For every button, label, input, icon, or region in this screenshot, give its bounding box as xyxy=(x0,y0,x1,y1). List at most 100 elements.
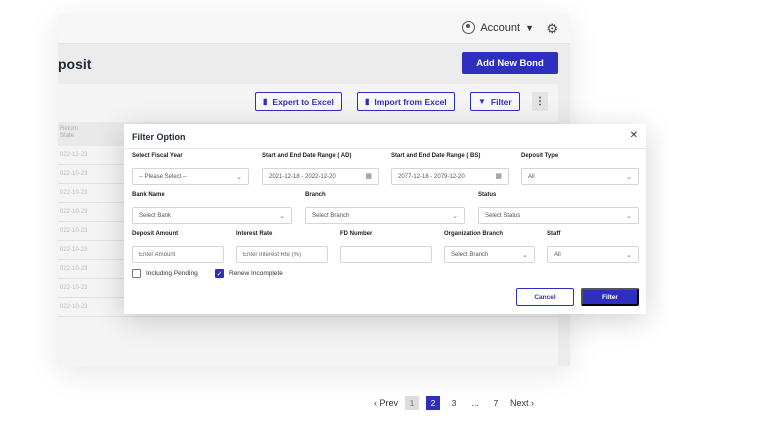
chevron-down-icon: ⌄ xyxy=(522,252,528,259)
fiscal-year-field: Select Fiscal Year -- Please Select -- ⌄ xyxy=(132,153,249,185)
add-new-bond-button[interactable]: Add New Bond xyxy=(462,52,558,74)
deposit-type-field: Deposit Type All ⌄ xyxy=(521,153,639,185)
top-bar: Account ▼ ⚙ xyxy=(58,14,570,44)
org-branch-select[interactable]: Select Branch ⌄ xyxy=(444,246,535,263)
staff-field: Staff All ⌄ xyxy=(547,231,639,263)
staff-value: All xyxy=(554,251,561,258)
staff-label: Staff xyxy=(547,231,561,237)
table-cell: 022-10-23 xyxy=(60,247,88,253)
ad-date-range-value: 2021-12-18 - 2022-12-20 xyxy=(269,173,336,180)
cancel-button[interactable]: Cancel xyxy=(516,288,574,306)
branch-label: Branch xyxy=(305,192,326,198)
filter-button[interactable]: ▼ Filter xyxy=(470,92,520,111)
bank-name-select[interactable]: Select Bank ⌄ xyxy=(132,207,292,224)
status-value: Select Status xyxy=(485,212,521,219)
table-cell: 022-10-23 xyxy=(60,266,88,272)
deposit-type-select[interactable]: All ⌄ xyxy=(521,168,639,185)
fd-number-field: FD Number xyxy=(340,231,432,263)
page-button-2[interactable]: 2 xyxy=(426,396,441,410)
modal-title: Filter Option xyxy=(132,132,186,142)
interest-rate-field: Interest Rate xyxy=(236,231,328,263)
filter-label: Filter xyxy=(490,96,512,107)
bs-date-range-label: Start and End Date Range ( BS) xyxy=(391,153,481,159)
chevron-down-icon: ▼ xyxy=(525,22,534,33)
ad-date-range-input[interactable]: 2021-12-18 - 2022-12-20 ▦ xyxy=(262,168,379,185)
close-icon[interactable]: ✕ xyxy=(630,130,638,141)
next-label: Next xyxy=(510,398,529,408)
renew-incomplete-label: Renew Incomplete xyxy=(229,270,283,277)
fiscal-year-select[interactable]: -- Please Select -- ⌄ xyxy=(132,168,249,185)
account-menu[interactable]: Account ▼ xyxy=(462,21,534,34)
including-pending-checkbox[interactable] xyxy=(132,269,141,278)
prev-page-button[interactable]: ‹ Prev xyxy=(374,398,398,408)
deposit-amount-field: Deposit Amount xyxy=(132,231,224,263)
branch-select[interactable]: Select Branch ⌄ xyxy=(305,207,465,224)
ad-date-range-label: Start and End Date Range ( AD) xyxy=(262,153,352,159)
bs-date-range-value: 2077-12-18 - 2079-12-20 xyxy=(398,173,465,180)
chevron-down-icon: ⌄ xyxy=(626,174,632,181)
page-ellipsis: ... xyxy=(471,398,479,408)
filter-modal: Filter Option ✕ Select Fiscal Year -- Pl… xyxy=(124,124,646,314)
file-icon: ▮ xyxy=(365,97,370,106)
renew-incomplete-option[interactable]: ✓ Renew Incomplete xyxy=(215,269,283,278)
funnel-icon: ▼ xyxy=(478,97,486,106)
bank-name-value: Select Bank xyxy=(139,212,172,219)
fiscal-year-label: Select Fiscal Year xyxy=(132,153,183,159)
page-title: posit xyxy=(58,56,92,72)
chevron-down-icon: ⌄ xyxy=(626,213,632,220)
status-select[interactable]: Select Status ⌄ xyxy=(478,207,639,224)
stage: Account ▼ ⚙ posit Add New Bond ▮ Expert … xyxy=(0,0,759,438)
deposit-amount-label: Deposit Amount xyxy=(132,231,179,237)
table-cell: 022-10-23 xyxy=(60,228,88,234)
page-button-7[interactable]: 7 xyxy=(489,396,503,410)
more-options-icon[interactable]: ⋮ xyxy=(532,92,548,111)
fd-number-label: FD Number xyxy=(340,231,373,237)
table-cell: 022-10-23 xyxy=(60,209,88,215)
calendar-icon: ▦ xyxy=(495,173,502,180)
status-label: Status xyxy=(478,192,497,198)
file-icon: ▮ xyxy=(263,97,268,106)
chevron-down-icon: ⌄ xyxy=(452,213,458,220)
bs-date-range-field: Start and End Date Range ( BS) 2077-12-1… xyxy=(391,153,509,185)
interest-rate-label: Interest Rate xyxy=(236,231,273,237)
table-cell: 022-10-23 xyxy=(60,171,88,177)
fd-number-input[interactable] xyxy=(340,246,432,263)
org-branch-value: Select Branch xyxy=(451,251,489,258)
renew-incomplete-checkbox[interactable]: ✓ xyxy=(215,269,224,278)
bank-name-label: Bank Name xyxy=(132,192,165,198)
fiscal-year-value: -- Please Select -- xyxy=(139,173,188,180)
modal-header: Filter Option ✕ xyxy=(124,124,646,149)
import-excel-button[interactable]: ▮ Import from Excel xyxy=(357,92,455,111)
status-field: Status Select Status ⌄ xyxy=(478,192,639,224)
chevron-down-icon: ⌄ xyxy=(279,213,285,220)
table-cell: 022-10-23 xyxy=(60,190,88,196)
org-branch-label: Organization Branch xyxy=(444,231,504,237)
export-excel-label: Expert to Excel xyxy=(272,96,334,107)
pagination: ‹ Prev 1 2 3 ... 7 Next › xyxy=(374,396,534,410)
export-excel-button[interactable]: ▮ Expert to Excel xyxy=(255,92,342,111)
table-cell: 022-10-23 xyxy=(60,304,88,310)
branch-field: Branch Select Branch ⌄ xyxy=(305,192,465,224)
interest-rate-input[interactable] xyxy=(236,246,328,263)
org-branch-field: Organization Branch Select Branch ⌄ xyxy=(444,231,535,263)
including-pending-label: Including Pending xyxy=(146,270,198,277)
deposit-amount-input[interactable] xyxy=(132,246,224,263)
gear-icon[interactable]: ⚙ xyxy=(546,21,558,37)
ad-date-range-field: Start and End Date Range ( AD) 2021-12-1… xyxy=(262,153,379,185)
bank-name-field: Bank Name Select Bank ⌄ xyxy=(132,192,292,224)
chevron-down-icon: ⌄ xyxy=(236,174,242,181)
staff-select[interactable]: All ⌄ xyxy=(547,246,639,263)
table-cell: 022-10-23 xyxy=(60,285,88,291)
next-page-button[interactable]: Next › xyxy=(510,398,534,408)
account-label: Account xyxy=(480,21,521,34)
apply-filter-button[interactable]: Filter xyxy=(581,288,639,306)
table-cell: 022-12-23 xyxy=(60,152,88,158)
import-excel-label: Import from Excel xyxy=(374,96,447,107)
including-pending-option[interactable]: Including Pending xyxy=(132,269,198,278)
calendar-icon: ▦ xyxy=(365,173,372,180)
page-button-1[interactable]: 1 xyxy=(405,396,420,410)
page-button-3[interactable]: 3 xyxy=(447,396,461,410)
column-header-return-state: Return State xyxy=(60,126,79,139)
deposit-type-label: Deposit Type xyxy=(521,153,559,159)
bs-date-range-input[interactable]: 2077-12-18 - 2079-12-20 ▦ xyxy=(391,168,509,185)
